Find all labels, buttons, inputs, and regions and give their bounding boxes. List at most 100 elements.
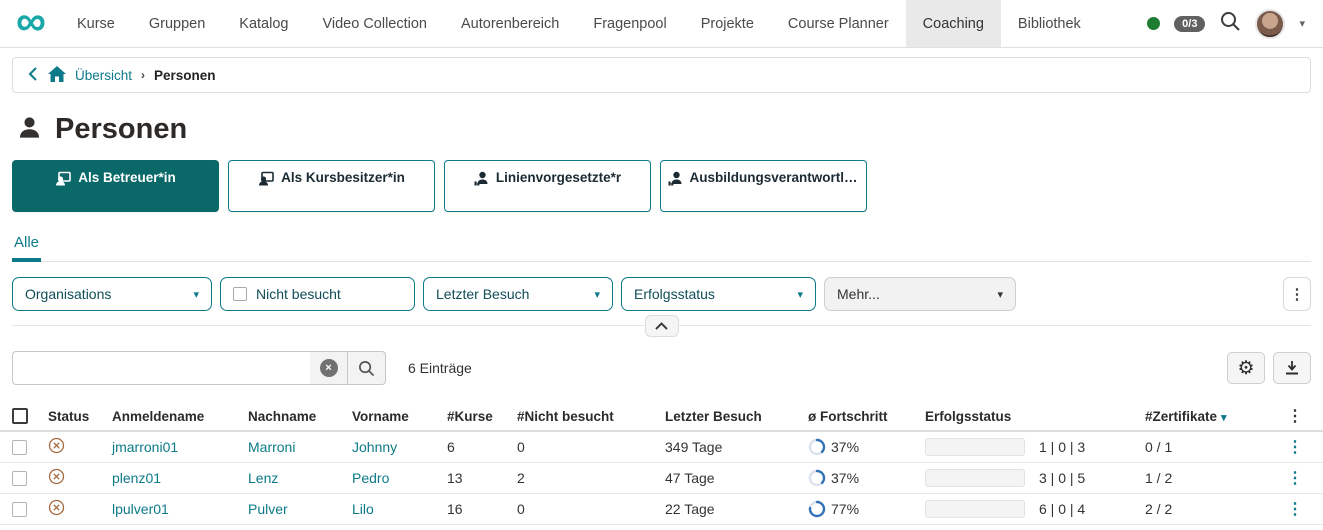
col-fortschritt[interactable]: ø Fortschritt	[802, 409, 919, 424]
courses-count: 16	[441, 501, 511, 517]
dots-vertical-icon: ⋮	[1287, 470, 1303, 487]
col-nachname[interactable]: Nachname	[242, 409, 346, 424]
filter-bar: Organisations ▾ Nicht besucht Letzter Be…	[12, 277, 1311, 311]
back-icon[interactable]	[27, 67, 39, 84]
dots-vertical-icon: ⋮	[1287, 439, 1303, 456]
online-status-dot	[1147, 17, 1160, 30]
col-kurse[interactable]: #Kurse	[441, 409, 511, 424]
breadcrumb-uebersicht-link[interactable]: Übersicht	[75, 68, 132, 83]
certificates-count: 0 / 1	[1131, 439, 1243, 455]
nav-item-gruppen[interactable]: Gruppen	[132, 0, 222, 47]
role-button-ausbildungsverantwortliche[interactable]: Ausbildungsverantwortli…	[660, 160, 867, 212]
col-anmeldename[interactable]: Anmeldename	[106, 409, 242, 424]
row-checkbox[interactable]	[12, 471, 27, 486]
caret-down-icon: ▾	[193, 288, 199, 301]
certificates-count: 1 / 2	[1131, 470, 1243, 486]
username-link[interactable]: jmarroni01	[106, 439, 242, 455]
username-link[interactable]: lpulver01	[106, 501, 242, 517]
sort-desc-icon: ▾	[1221, 412, 1227, 424]
lastname-link[interactable]: Marroni	[242, 439, 346, 455]
col-nicht-besucht[interactable]: #Nicht besucht	[511, 409, 659, 424]
status-failed-icon	[42, 499, 106, 519]
table-toolbar: × 6 Einträge ⚙	[12, 351, 1311, 385]
row-checkbox[interactable]	[12, 502, 27, 517]
row-checkbox[interactable]	[12, 440, 27, 455]
user-menu-caret-icon[interactable]: ▾	[1299, 17, 1305, 30]
success-status: 1 | 0 | 3	[919, 438, 1131, 456]
home-icon[interactable]	[48, 66, 66, 85]
search-icon[interactable]	[1219, 10, 1241, 37]
nav-item-autorenbereich[interactable]: Autorenbereich	[444, 0, 576, 47]
success-status: 3 | 0 | 5	[919, 469, 1131, 487]
progress-indicator: 77%	[802, 500, 919, 518]
nav-item-kurse[interactable]: Kurse	[60, 0, 132, 47]
top-navigation: ∞ Kurse Gruppen Katalog Video Collection…	[0, 0, 1323, 48]
nav-item-katalog[interactable]: Katalog	[222, 0, 305, 47]
table-row: jmarroni01 Marroni Johnny 6 0 349 Tage 3…	[0, 432, 1323, 463]
filter-more-options-button[interactable]: ⋮	[1283, 277, 1311, 311]
filter-nicht-besucht[interactable]: Nicht besucht	[220, 277, 415, 311]
filter-erfolgsstatus[interactable]: Erfolgsstatus ▾	[621, 277, 816, 311]
lastname-link[interactable]: Pulver	[242, 501, 346, 517]
filter-label: Organisations	[25, 286, 111, 302]
filter-letzter-besuch[interactable]: Letzter Besuch ▾	[423, 277, 613, 311]
nav-item-video-collection[interactable]: Video Collection	[305, 0, 444, 47]
success-counts: 3 | 0 | 5	[1039, 470, 1085, 486]
role-button-betreuer[interactable]: Als Betreuer*in	[12, 160, 219, 212]
progress-indicator: 37%	[802, 438, 919, 456]
filter-label: Erfolgsstatus	[634, 286, 715, 302]
row-actions-button[interactable]: ⋮	[1287, 437, 1323, 457]
collapse-filters-button[interactable]	[645, 315, 679, 337]
progress-circle-icon	[808, 438, 826, 456]
col-erfolgsstatus[interactable]: Erfolgsstatus	[919, 409, 1131, 424]
nav-item-bibliothek[interactable]: Bibliothek	[1001, 0, 1098, 47]
download-icon	[1284, 360, 1300, 376]
firstname-link[interactable]: Johnny	[346, 439, 441, 455]
dots-vertical-icon: ⋮	[1287, 501, 1303, 518]
select-all-checkbox[interactable]	[12, 408, 28, 424]
nicht-besucht-checkbox[interactable]	[233, 287, 247, 301]
progress-label: 37%	[831, 470, 859, 486]
user-avatar[interactable]	[1255, 9, 1285, 39]
username-link[interactable]: plenz01	[106, 470, 242, 486]
col-zertifikate[interactable]: #Zertifikate▾	[1131, 409, 1243, 424]
row-actions-button[interactable]: ⋮	[1287, 499, 1323, 519]
progress-label: 77%	[831, 501, 859, 517]
caret-down-icon: ▾	[594, 288, 600, 301]
infinity-icon: ∞	[16, 1, 46, 41]
row-actions-button[interactable]: ⋮	[1287, 468, 1323, 488]
col-letzter-besuch[interactable]: Letzter Besuch	[659, 409, 802, 424]
success-counts: 6 | 0 | 4	[1039, 501, 1085, 517]
nav-items: Kurse Gruppen Katalog Video Collection A…	[60, 0, 1098, 47]
clear-search-button[interactable]: ×	[310, 351, 348, 385]
page-title: Personen	[55, 113, 187, 146]
nav-item-fragenpool[interactable]: Fragenpool	[576, 0, 683, 47]
firstname-link[interactable]: Pedro	[346, 470, 441, 486]
col-status[interactable]: Status	[42, 409, 106, 424]
tab-alle[interactable]: Alle	[12, 234, 41, 262]
lastname-link[interactable]: Lenz	[242, 470, 346, 486]
notification-counter-badge[interactable]: 0/3	[1174, 16, 1205, 32]
last-visit: 47 Tage	[659, 470, 802, 486]
filter-organisations[interactable]: Organisations ▾	[12, 277, 212, 311]
breadcrumb-current: Personen	[154, 68, 216, 83]
nav-item-course-planner[interactable]: Course Planner	[771, 0, 906, 47]
column-options-button[interactable]: ⋮	[1287, 406, 1323, 426]
firstname-link[interactable]: Lilo	[346, 501, 441, 517]
role-selector: Als Betreuer*in Als Kursbesitzer*in Lini…	[12, 160, 1311, 212]
download-button[interactable]	[1273, 352, 1311, 384]
openolat-logo[interactable]: ∞	[0, 0, 60, 47]
filter-label: Nicht besucht	[256, 286, 341, 302]
col-vorname[interactable]: Vorname	[346, 409, 441, 424]
nav-item-projekte[interactable]: Projekte	[684, 0, 771, 47]
role-button-linienvorgesetzte[interactable]: Linienvorgesetzte*r	[444, 160, 651, 212]
role-button-kursbesitzer[interactable]: Als Kursbesitzer*in	[228, 160, 435, 212]
submit-search-button[interactable]	[348, 351, 386, 385]
nav-item-coaching[interactable]: Coaching	[906, 0, 1001, 47]
table-search-input[interactable]	[12, 351, 310, 385]
filter-mehr[interactable]: Mehr... ▾	[824, 277, 1016, 311]
page-header: Personen	[16, 113, 1311, 146]
table-settings-button[interactable]: ⚙	[1227, 352, 1265, 384]
role-button-label: Linienvorgesetzte*r	[496, 170, 621, 185]
table-header-row: Status Anmeldename Nachname Vorname #Kur…	[0, 402, 1323, 432]
